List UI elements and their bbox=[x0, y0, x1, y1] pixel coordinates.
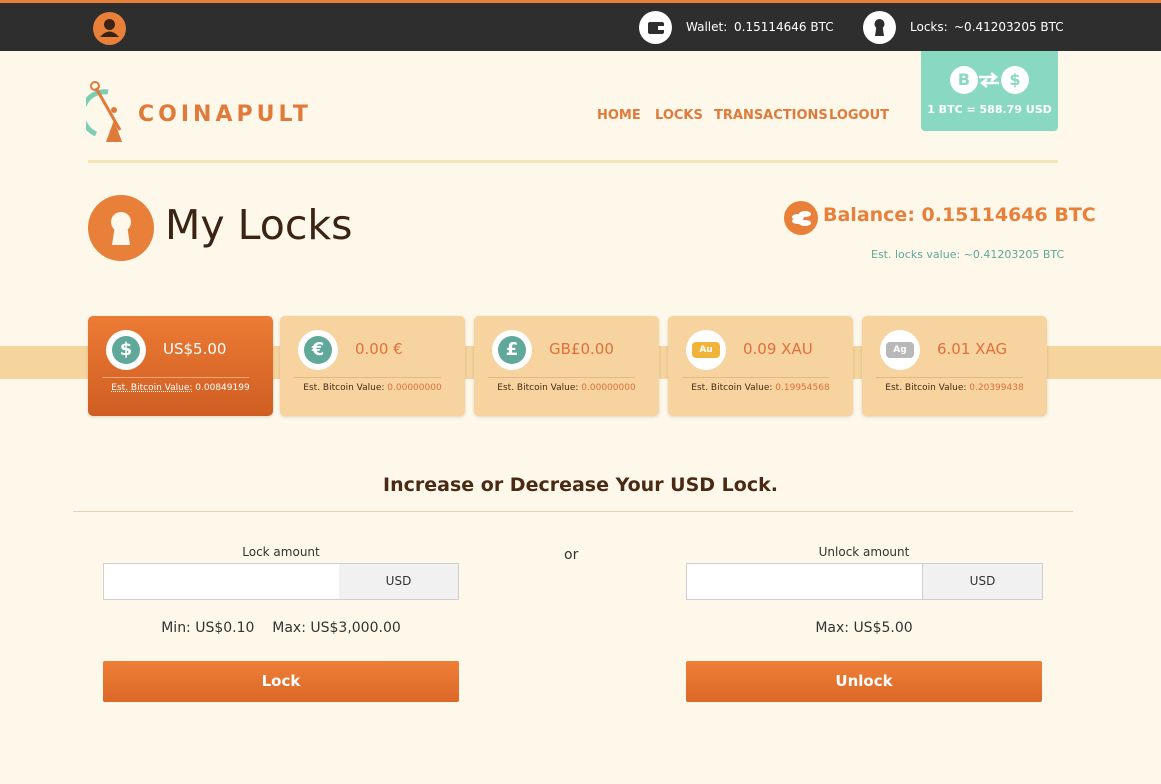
unlock-max: Max: US$5.00 bbox=[815, 620, 913, 636]
exchange-rate-box: B $ 1 BTC = 588.79 USD bbox=[921, 51, 1058, 131]
unlock-unit: USD bbox=[923, 563, 1043, 600]
lock-min: Min: US$0.10 bbox=[161, 620, 255, 636]
nav-logout[interactable]: LOGOUT bbox=[829, 108, 889, 123]
keyhole-icon bbox=[88, 195, 154, 261]
est-bitcoin-value: Est. Bitcoin Value: 0.20399438 bbox=[885, 383, 1024, 393]
locks-label: Locks: bbox=[910, 20, 948, 34]
lock-card-usd[interactable]: $ US$5.00 Est. Bitcoin Value: 0.00849199 bbox=[88, 316, 273, 416]
unlock-amount-input[interactable] bbox=[686, 563, 923, 600]
or-separator: or bbox=[564, 547, 579, 563]
keyhole-icon bbox=[863, 11, 896, 44]
section-title: Increase or Decrease Your USD Lock. bbox=[383, 474, 778, 496]
nav-transactions[interactable]: TRANSACTIONS bbox=[714, 108, 828, 123]
lock-amount: 6.01 XAG bbox=[937, 340, 1008, 358]
silver-bar-icon: Ag bbox=[880, 330, 920, 370]
est-bitcoin-value: Est. Bitcoin Value: 0.19954568 bbox=[691, 383, 830, 393]
euro-icon: € bbox=[298, 330, 338, 370]
nav-locks[interactable]: LOCKS bbox=[655, 108, 703, 123]
lock-max: Max: US$3,000.00 bbox=[272, 620, 401, 636]
page-title: My Locks bbox=[165, 201, 353, 249]
coins-icon bbox=[784, 201, 818, 235]
section-divider bbox=[73, 511, 1073, 512]
card-divider bbox=[488, 377, 635, 378]
balance: Balance: 0.15114646 BTC bbox=[823, 204, 1096, 226]
lock-amount: 0.00 € bbox=[355, 340, 403, 358]
card-divider bbox=[294, 377, 441, 378]
header-divider bbox=[88, 160, 1058, 163]
est-bitcoin-value: Est. Bitcoin Value: 0.00000000 bbox=[303, 383, 442, 393]
exchange-rate: 1 BTC = 588.79 USD bbox=[927, 103, 1052, 116]
lock-unit: USD bbox=[339, 563, 459, 600]
est-locks-value: Est. locks value: ~0.41203205 BTC bbox=[871, 248, 1065, 261]
card-divider bbox=[102, 377, 249, 378]
card-divider bbox=[682, 377, 829, 378]
wallet-label: Wallet: bbox=[686, 20, 728, 34]
gold-bar-icon: Au bbox=[686, 330, 726, 370]
wallet-icon bbox=[639, 11, 672, 44]
top-bar: Wallet: 0.15114646 BTC Locks: ~0.4120320… bbox=[0, 0, 1161, 51]
catapult-logo-icon[interactable] bbox=[80, 80, 136, 146]
user-icon[interactable] bbox=[93, 12, 126, 45]
exchange-arrows-icon bbox=[977, 71, 1001, 89]
nav-home[interactable]: HOME bbox=[597, 108, 641, 123]
lock-card-xag[interactable]: Ag 6.01 XAG Est. Bitcoin Value: 0.203994… bbox=[862, 316, 1047, 416]
lock-limits: Min: US$0.10 Max: US$3,000.00 bbox=[103, 620, 459, 636]
lock-amount: GB£0.00 bbox=[549, 340, 614, 358]
lock-amount: 0.09 XAU bbox=[743, 340, 813, 358]
lock-card-eur[interactable]: € 0.00 € Est. Bitcoin Value: 0.00000000 bbox=[280, 316, 465, 416]
lock-amount-label: Lock amount bbox=[242, 545, 320, 559]
lock-amount-input[interactable] bbox=[103, 563, 340, 600]
locks-value: ~0.41203205 BTC bbox=[954, 20, 1064, 34]
wallet-value: 0.15114646 BTC bbox=[734, 20, 834, 34]
logo-text[interactable]: COINAPULT bbox=[138, 102, 312, 127]
unlock-button[interactable]: Unlock bbox=[686, 661, 1042, 702]
bitcoin-icon: B bbox=[950, 66, 978, 94]
unlock-limits: Max: US$5.00 bbox=[686, 620, 1042, 636]
est-bitcoin-value: Est. Bitcoin Value: 0.00849199 bbox=[111, 383, 250, 393]
lock-card-xau[interactable]: Au 0.09 XAU Est. Bitcoin Value: 0.199545… bbox=[668, 316, 853, 416]
lock-button[interactable]: Lock bbox=[103, 661, 459, 702]
unlock-amount-label: Unlock amount bbox=[818, 545, 910, 559]
lock-card-gbp[interactable]: £ GB£0.00 Est. Bitcoin Value: 0.00000000 bbox=[474, 316, 659, 416]
card-divider bbox=[876, 377, 1023, 378]
est-bitcoin-value: Est. Bitcoin Value: 0.00000000 bbox=[497, 383, 636, 393]
dollar-icon: $ bbox=[1001, 66, 1029, 94]
pound-icon: £ bbox=[492, 330, 532, 370]
lock-amount: US$5.00 bbox=[163, 340, 227, 358]
dollar-icon: $ bbox=[106, 330, 146, 370]
